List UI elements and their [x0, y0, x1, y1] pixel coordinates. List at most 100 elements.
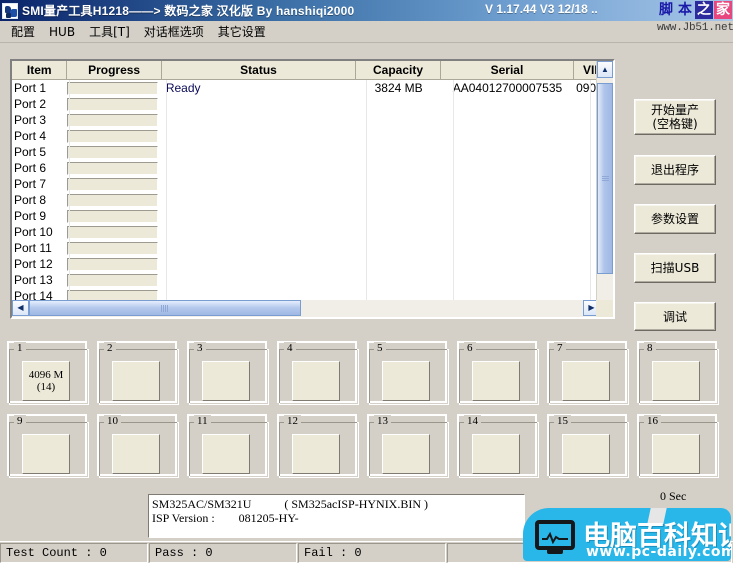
port-cell-1[interactable]: 1 4096 M (14) — [7, 341, 89, 405]
port-cell-2-display[interactable] — [112, 361, 160, 401]
port-cell-1-line1: 4096 M — [28, 369, 64, 381]
port-cell-6[interactable]: 6 — [457, 341, 539, 405]
table-row[interactable]: Port 13 — [12, 272, 613, 288]
parameter-settings-button[interactable]: 参数设置 — [634, 204, 716, 234]
window-title: SMI量产工具H1218——> 数码之家 汉化版 By hanshiqi2000 — [22, 4, 355, 18]
port-cell-8-number: 8 — [644, 342, 656, 354]
port-cell-8[interactable]: 8 — [637, 341, 719, 405]
port-cell-4-display[interactable] — [292, 361, 340, 401]
cell-item: Port 6 — [14, 161, 47, 175]
start-production-button[interactable]: 开始量产 (空格键) — [634, 99, 716, 135]
port-cell-13-display[interactable] — [382, 434, 430, 474]
port-cell-10-number: 10 — [104, 415, 121, 427]
watermark-char-1: 脚 — [659, 2, 673, 18]
port-cell-15[interactable]: 15 — [547, 414, 629, 478]
table-row[interactable]: Port 7 — [12, 176, 613, 192]
menu-item-hub[interactable]: HUB — [42, 23, 82, 41]
table-row[interactable]: Port 1 Ready 3824 MB AA04012700007535 09… — [12, 80, 613, 96]
cell-progress — [67, 161, 161, 175]
port-cell-12[interactable]: 12 — [277, 414, 359, 478]
port-cell-11-number: 11 — [194, 415, 211, 427]
menu-item-other-settings[interactable]: 其它设置 — [211, 21, 273, 42]
cell-item: Port 13 — [14, 273, 53, 287]
debug-button[interactable]: 调试 — [634, 302, 716, 331]
table-row[interactable]: Port 5 — [12, 144, 613, 160]
table-row[interactable]: Port 10 — [12, 224, 613, 240]
port-cell-7-display[interactable] — [562, 361, 610, 401]
port-cell-5[interactable]: 5 — [367, 341, 449, 405]
cell-progress — [67, 225, 161, 239]
column-header-progress[interactable]: Progress — [67, 61, 162, 80]
port-cell-13[interactable]: 13 — [367, 414, 449, 478]
port-cell-2[interactable]: 2 — [97, 341, 179, 405]
table-row[interactable]: Port 12 — [12, 256, 613, 272]
column-header-serial[interactable]: Serial — [440, 61, 575, 80]
table-row[interactable]: Port 4 — [12, 128, 613, 144]
table-row[interactable]: Port 3 — [12, 112, 613, 128]
watermark-pc-daily: 电脑百科知识 www.pc-daily.com — [523, 508, 731, 561]
status-fail: Fail : 0 — [298, 543, 446, 563]
cell-item: Port 8 — [14, 193, 47, 207]
exit-program-label: 退出程序 — [650, 163, 699, 177]
port-cell-12-display[interactable] — [292, 434, 340, 474]
cell-progress — [67, 241, 161, 255]
horizontal-scrollbar-thumb[interactable] — [29, 300, 301, 316]
column-header-item[interactable]: Item — [12, 61, 68, 80]
start-production-label-line1: 开始量产 — [650, 103, 699, 117]
scan-usb-button[interactable]: 扫描USB — [634, 253, 716, 283]
port-cell-9[interactable]: 9 — [7, 414, 89, 478]
vertical-scrollbar[interactable]: ▲ ▼ — [596, 61, 613, 317]
port-cell-1-display[interactable]: 4096 M (14) — [22, 361, 70, 401]
port-cell-3-display[interactable] — [202, 361, 250, 401]
port-list-view[interactable]: Item Progress Status Capacity Serial VID… — [10, 59, 615, 319]
port-cell-2-number: 2 — [104, 342, 116, 354]
cell-progress — [67, 273, 161, 287]
scroll-left-icon[interactable]: ◀ — [12, 300, 29, 316]
cell-item: Port 2 — [14, 97, 47, 111]
port-cell-11-display[interactable] — [202, 434, 250, 474]
port-cell-9-display[interactable] — [22, 434, 70, 474]
column-header-capacity[interactable]: Capacity — [356, 61, 441, 80]
exit-program-button[interactable]: 退出程序 — [634, 155, 716, 185]
menu-item-dialog-options[interactable]: 对话框选项 — [137, 21, 211, 42]
port-cell-9-number: 9 — [14, 415, 26, 427]
menu-item-config[interactable]: 配置 — [4, 21, 42, 42]
port-cell-6-display[interactable] — [472, 361, 520, 401]
scroll-up-icon[interactable]: ▲ — [597, 61, 613, 78]
port-cell-3[interactable]: 3 — [187, 341, 269, 405]
vertical-scrollbar-thumb[interactable] — [597, 83, 613, 274]
port-cell-10[interactable]: 10 — [97, 414, 179, 478]
port-cell-5-display[interactable] — [382, 361, 430, 401]
port-cell-8-display[interactable] — [652, 361, 700, 401]
port-cell-7[interactable]: 7 — [547, 341, 629, 405]
cell-item: Port 12 — [14, 257, 53, 271]
port-cell-14[interactable]: 14 — [457, 414, 539, 478]
port-cell-3-number: 3 — [194, 342, 206, 354]
menu-item-tools[interactable]: 工具[T] — [82, 21, 137, 42]
port-list-body: Port 1 Ready 3824 MB AA04012700007535 09… — [12, 80, 613, 302]
table-row[interactable]: Port 2 — [12, 96, 613, 112]
port-cell-14-display[interactable] — [472, 434, 520, 474]
watermark-char-4: 家 — [714, 1, 732, 19]
port-cell-16-display[interactable] — [652, 434, 700, 474]
watermark-jb51-url: www.Jb51.net — [657, 22, 733, 34]
port-cell-16[interactable]: 16 — [637, 414, 719, 478]
cell-item: Port 4 — [14, 129, 47, 143]
table-row[interactable]: Port 8 — [12, 192, 613, 208]
table-row[interactable]: Port 11 — [12, 240, 613, 256]
port-cell-4[interactable]: 4 — [277, 341, 359, 405]
cell-item: Port 3 — [14, 113, 47, 127]
horizontal-scrollbar[interactable]: ◀ ▶ — [12, 300, 600, 317]
port-cell-11[interactable]: 11 — [187, 414, 269, 478]
port-cell-15-display[interactable] — [562, 434, 610, 474]
cell-progress — [67, 257, 161, 271]
port-cell-1-line2: (14) — [36, 381, 56, 393]
column-header-status[interactable]: Status — [161, 61, 357, 80]
table-row[interactable]: Port 9 — [12, 208, 613, 224]
cell-progress — [67, 81, 161, 95]
port-cell-10-display[interactable] — [112, 434, 160, 474]
firmware-info-line-2: ISP Version : 081205-HY- — [152, 511, 299, 525]
watermark-char-2: 本 — [678, 2, 692, 18]
cell-capacity: 3824 MB — [374, 81, 423, 95]
table-row[interactable]: Port 6 — [12, 160, 613, 176]
